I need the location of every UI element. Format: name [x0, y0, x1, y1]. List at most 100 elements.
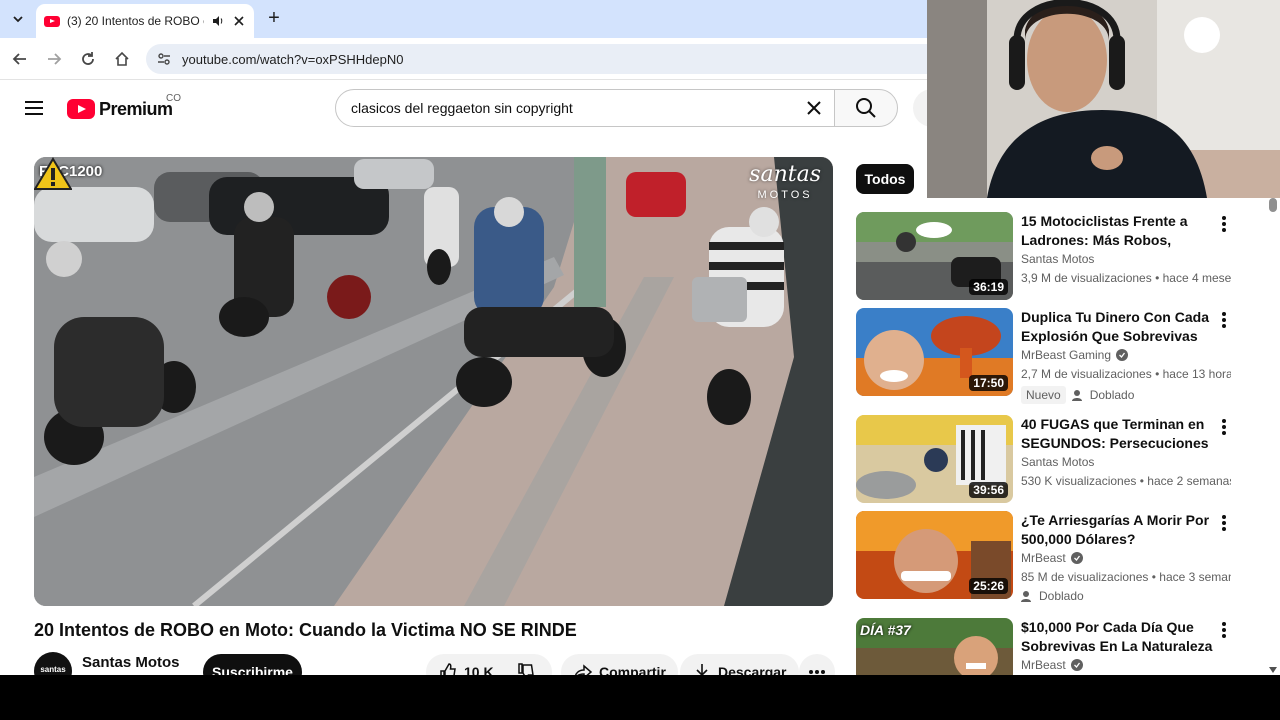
dubbed-badge: Doblado — [1089, 388, 1135, 402]
video-thumbnail[interactable]: 25:26 — [856, 511, 1013, 599]
video-frame — [34, 157, 833, 606]
youtube-play-icon — [67, 99, 95, 119]
recommended-channel[interactable]: Santas Motos — [1021, 252, 1094, 266]
like-icon[interactable] — [438, 662, 458, 675]
url-text: youtube.com/watch?v=oxPSHHdepN0 — [182, 51, 404, 67]
video-duration: 39:56 — [969, 482, 1008, 498]
video-thumbnail[interactable]: 39:56 — [856, 415, 1013, 503]
recommended-video[interactable]: 36:19 15 Motociclistas Frente a Ladrones… — [856, 212, 1246, 304]
recommended-meta: 85 M de visualizaciones • hace 3 seman..… — [1021, 570, 1231, 584]
new-badge: Nuevo — [1021, 386, 1066, 404]
recommended-title[interactable]: 15 Motociclistas Frente a Ladrones: Más … — [1021, 212, 1221, 250]
clear-search-button[interactable] — [802, 96, 826, 120]
dubbed-badge: Doblado — [1039, 589, 1084, 603]
watermark-main: santas — [749, 162, 821, 187]
country-code: CO — [166, 93, 181, 104]
subscribe-button[interactable]: Suscribirme — [203, 654, 302, 675]
recommended-title[interactable]: ¿Te Arriesgarías A Morir Por 500,000 Dól… — [1021, 511, 1221, 549]
recommended-title[interactable]: $10,000 Por Cada Día Que Sobrevivas En L… — [1021, 618, 1221, 656]
dubbed-icon — [1021, 591, 1031, 602]
recommended-video[interactable]: 17:50 Duplica Tu Dinero Con Cada Explosi… — [856, 308, 1246, 404]
channel-label: MrBeast Gaming — [1021, 348, 1112, 362]
badge-row: Doblado — [1021, 589, 1084, 603]
dislike-icon[interactable] — [516, 662, 536, 675]
scroll-down-arrow-icon[interactable] — [1269, 667, 1277, 673]
video-duration: 36:19 — [969, 279, 1008, 295]
more-vertical-icon[interactable] — [1214, 513, 1234, 533]
dubbed-icon — [1071, 390, 1082, 401]
verified-icon — [1070, 659, 1083, 671]
arrow-right-icon — [48, 53, 62, 65]
download-label: Descargar — [718, 664, 787, 675]
channel-label: MrBeast — [1021, 658, 1066, 672]
download-button[interactable]: Descargar — [680, 654, 799, 675]
letterbox-bar — [0, 675, 1280, 720]
warning-icon — [34, 157, 72, 190]
address-bar[interactable]: youtube.com/watch?v=oxPSHHdepN0 — [146, 44, 946, 74]
channel-name[interactable]: Santas Motos — [82, 654, 180, 671]
thumbnail-text: DÍA #37 — [860, 622, 911, 638]
filter-chip-all[interactable]: Todos — [856, 164, 914, 194]
like-dislike-group: 10 K — [426, 654, 552, 675]
search-query-text: clasicos del reggaeton sin copyright — [351, 100, 573, 116]
recommended-channel[interactable]: Santas Motos — [1021, 455, 1094, 469]
youtube-favicon-icon — [44, 15, 60, 27]
tab-search-button[interactable] — [6, 8, 30, 30]
recommended-channel[interactable]: MrBeast — [1021, 658, 1083, 672]
channel-label: Santas Motos — [1021, 252, 1095, 266]
channel-label: Santas Motos — [1021, 455, 1095, 469]
recommended-video[interactable]: DÍA #37 $10,000 Por Cada Día Que Sobrevi… — [856, 618, 1246, 675]
arrow-left-icon — [12, 53, 26, 65]
recommended-channel[interactable]: MrBeast Gaming — [1021, 348, 1129, 362]
recommended-title[interactable]: 40 FUGAS que Terminan en SEGUNDOS: Perse… — [1021, 415, 1221, 453]
more-vertical-icon[interactable] — [1214, 214, 1234, 234]
share-icon — [574, 664, 593, 675]
video-thumbnail[interactable]: DÍA #37 — [856, 618, 1013, 675]
video-duration: 25:26 — [969, 578, 1008, 594]
tab-title: (3) 20 Intentos de ROBO en — [67, 14, 204, 28]
share-label: Compartir — [599, 664, 666, 675]
chevron-down-icon — [13, 16, 23, 23]
reload-icon — [82, 52, 94, 65]
video-thumbnail[interactable]: 17:50 — [856, 308, 1013, 396]
screen: (3) 20 Intentos de ROBO en + youtube.com… — [0, 0, 1280, 675]
logo-word: Premium — [99, 98, 173, 119]
close-icon — [807, 101, 821, 115]
site-settings-icon[interactable] — [156, 51, 172, 67]
more-actions-button[interactable] — [799, 654, 835, 675]
recommended-video[interactable]: 39:56 40 FUGAS que Terminan en SEGUNDOS:… — [856, 415, 1246, 507]
channel-avatar[interactable]: santas — [34, 652, 72, 675]
reload-button[interactable] — [76, 47, 100, 71]
recommended-title[interactable]: Duplica Tu Dinero Con Cada Explosión Que… — [1021, 308, 1221, 346]
recommended-video[interactable]: 25:26 ¿Te Arriesgarías A Morir Por 500,0… — [856, 511, 1246, 603]
video-thumbnail[interactable]: 36:19 — [856, 212, 1013, 300]
browser-tab-active[interactable]: (3) 20 Intentos de ROBO en — [36, 4, 254, 38]
new-tab-button[interactable]: + — [262, 8, 286, 30]
more-vertical-icon[interactable] — [1214, 310, 1234, 330]
search-button[interactable] — [834, 89, 898, 127]
channel-label: MrBeast — [1021, 551, 1066, 565]
back-button[interactable] — [8, 47, 32, 71]
webcam-overlay — [927, 0, 1280, 198]
speaker-icon[interactable] — [211, 14, 225, 28]
webcam-image — [927, 0, 1280, 198]
menu-icon[interactable] — [22, 97, 46, 119]
search-input[interactable]: clasicos del reggaeton sin copyright — [335, 89, 835, 127]
youtube-premium-logo[interactable]: Premium CO — [67, 93, 181, 121]
close-tab-icon[interactable] — [232, 14, 246, 28]
home-icon — [115, 51, 129, 66]
home-button[interactable] — [110, 47, 134, 71]
scrollbar-thumb[interactable] — [1269, 198, 1277, 212]
share-button[interactable]: Compartir — [561, 654, 678, 675]
channel-watermark: santas MOTOS — [749, 162, 821, 205]
badge-row: Nuevo Doblado — [1021, 386, 1134, 404]
page-scrollbar[interactable] — [1266, 198, 1280, 675]
more-vertical-icon[interactable] — [1214, 417, 1234, 437]
more-vertical-icon[interactable] — [1214, 620, 1234, 640]
like-count[interactable]: 10 K — [464, 664, 494, 675]
watermark-sub: MOTOS — [757, 189, 813, 201]
video-player[interactable]: FAC1200 santas MOTOS — [34, 157, 833, 606]
recommended-meta: 2,7 M de visualizaciones • hace 13 horas — [1021, 367, 1231, 381]
forward-button[interactable] — [42, 47, 66, 71]
recommended-channel[interactable]: MrBeast — [1021, 551, 1083, 565]
